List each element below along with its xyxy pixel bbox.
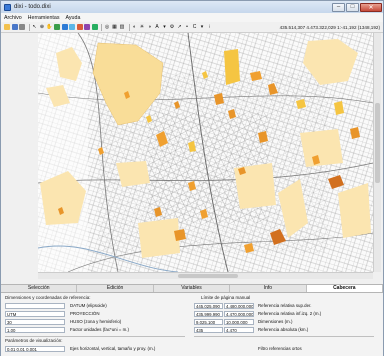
limit-top-right-y[interactable]: 4.480.000.000 — [224, 303, 254, 309]
datum-select[interactable] — [5, 303, 65, 309]
vertical-scroll-thumb[interactable] — [375, 103, 380, 183]
close-button[interactable]: ✕ — [360, 2, 382, 12]
point-icon[interactable]: ▾ — [199, 24, 205, 30]
grid-icon[interactable]: ▥ — [119, 24, 125, 30]
tab-edicion[interactable]: Edición — [77, 285, 154, 292]
limit-bottom-left-label: Referencia relativa inf.izq. 2 (m.) — [258, 311, 322, 316]
menu-archivo[interactable]: Archivo — [4, 15, 22, 21]
open-icon[interactable] — [4, 24, 10, 30]
factor-label: Factor unidades (fac*uni = m.) — [70, 327, 129, 332]
dimensions-x[interactable]: 9.025.100 — [194, 319, 223, 325]
node-icon[interactable] — [84, 24, 90, 30]
dimensions-y[interactable]: 10.000.000 — [224, 319, 254, 325]
measure-icon[interactable]: ▾ — [162, 24, 168, 30]
filter-orthos-label: Filtro referencias ortos — [258, 346, 302, 351]
section-visualization-title: Parámetros de visualización: — [5, 338, 63, 343]
zoom-icon[interactable]: ⊕ — [39, 24, 45, 30]
toolbar-separator — [28, 23, 30, 31]
toolbar-separator — [101, 23, 102, 31]
absolute-ref-label: Referencia absoluta (km.) — [258, 327, 309, 332]
tab-variables[interactable]: Variables — [154, 285, 231, 292]
factor-field[interactable]: 1,00 — [5, 327, 65, 333]
limit-top-right-x[interactable]: 445.025.090 — [194, 303, 223, 309]
print-icon[interactable] — [19, 24, 25, 30]
save-icon[interactable] — [11, 24, 18, 30]
section-reference-title: Dimensiones y coordenadas de referencia: — [5, 295, 91, 300]
layers-icon[interactable] — [61, 24, 68, 30]
dimensions-label: Dimensiones (m.) — [258, 319, 293, 324]
text-icon[interactable]: A — [154, 24, 160, 30]
arrow-icon[interactable]: ↗ — [177, 24, 183, 30]
coordinate-readout: 435.514,307 4.473.322,029 1:-41,192 (134… — [279, 24, 380, 30]
projection-label: PROYECCIÓN — [70, 311, 100, 316]
limit-bottom-left-y[interactable]: 4.470.000.000 — [224, 311, 254, 317]
table-icon[interactable] — [69, 24, 75, 30]
tab-info[interactable]: Info — [230, 285, 307, 292]
circle-icon[interactable]: • — [184, 24, 190, 30]
sun-icon[interactable]: ☀ — [139, 24, 145, 30]
edit-icon[interactable] — [76, 24, 83, 30]
extra-icon[interactable]: ⁝ — [207, 24, 213, 30]
line-icon[interactable]: C — [192, 24, 198, 30]
toolbar: ↖ ⊕ ✋ ◎ ▦ ▥ ◐ ☀ ◑ A ▾ ⚙ ↗ • C ▾ ⁝ 435.51… — [1, 22, 383, 33]
visualization-field[interactable]: 0,01 0,01 0,001 — [5, 346, 65, 352]
huso-field[interactable]: 30 — [5, 319, 65, 325]
section-divider — [194, 336, 374, 337]
app-icon — [4, 3, 11, 11]
hand-icon[interactable]: ✋ — [46, 24, 52, 30]
street-map — [38, 33, 373, 272]
map-icon[interactable]: ▦ — [112, 24, 118, 30]
tab-seleccion[interactable]: Selección — [1, 285, 78, 292]
menu-ayuda[interactable]: Ayuda — [65, 15, 80, 21]
datum-label: DATUM (elipsoide) — [70, 303, 107, 308]
section-limits-title: Límite de página manual — [201, 295, 251, 300]
tab-cabecera[interactable]: Cabecera — [306, 285, 384, 292]
contrast-icon[interactable]: ◑ — [147, 24, 153, 30]
limit-bottom-left-x[interactable]: 435.999.990 — [194, 311, 223, 317]
globe-icon[interactable]: ◎ — [104, 24, 110, 30]
huso-label: HUSO (zona y hemisferio) — [70, 319, 122, 324]
pointer-icon[interactable]: ↖ — [32, 24, 38, 30]
menu-bar: Archivo Herramientas Ayuda — [1, 13, 383, 22]
toolbar-separator — [128, 23, 130, 31]
visualization-label: Ejes horizontal, vertical, tamaño y proy… — [70, 346, 156, 351]
map-view[interactable] — [38, 33, 373, 272]
maximize-button[interactable]: □ — [346, 2, 359, 12]
limit-top-right-label: Referencia relativa sup.der. — [258, 303, 312, 308]
settings-icon[interactable]: ⚙ — [169, 24, 175, 30]
menu-herramientas[interactable]: Herramientas — [28, 15, 60, 21]
tab-bar: Selección Edición Variables Info Cabecer… — [1, 284, 384, 293]
section-divider — [5, 336, 185, 337]
vertical-scrollbar[interactable] — [373, 33, 381, 272]
app-window: dixi - todo.dixi – □ ✕ Archivo Herramien… — [0, 0, 384, 356]
left-margin — [1, 33, 38, 279]
window-title: dixi - todo.dixi — [14, 4, 51, 10]
absolute-ref-x[interactable]: 435 — [194, 327, 223, 333]
absolute-ref-y[interactable]: 4.470 — [224, 327, 254, 333]
select-icon[interactable] — [54, 24, 60, 30]
cabecera-panel: Dimensiones y coordenadas de referencia:… — [1, 293, 383, 356]
title-bar: dixi - todo.dixi – □ ✕ — [1, 1, 383, 13]
projection-select[interactable]: UTM — [5, 311, 65, 317]
info-icon[interactable] — [91, 24, 98, 30]
minimize-button[interactable]: – — [332, 2, 345, 12]
color-icon[interactable]: ◐ — [132, 24, 138, 30]
horizontal-scrollbar[interactable] — [38, 272, 373, 279]
horizontal-scroll-thumb[interactable] — [178, 274, 238, 278]
